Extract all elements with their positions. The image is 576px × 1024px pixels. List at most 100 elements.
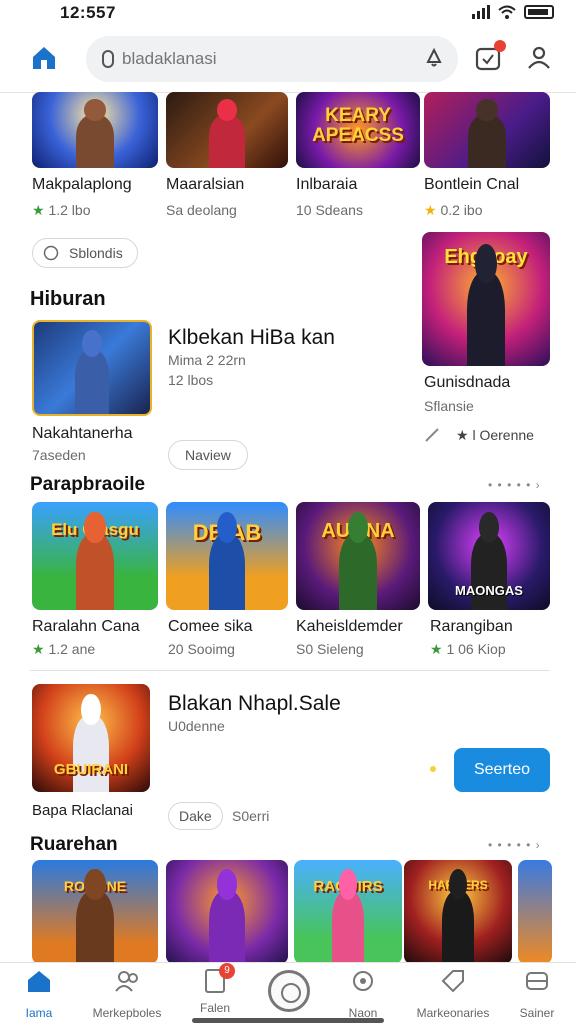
- game-thumb-5[interactable]: Elu Ciasgu: [32, 502, 158, 610]
- search-bar[interactable]: [86, 36, 458, 82]
- game-banner-3: KEARY APEACSS: [312, 105, 404, 147]
- game-meta-1: ★ 1.2 lbo: [32, 202, 91, 219]
- highlight-dot: [430, 766, 436, 772]
- battery-icon: [524, 5, 554, 19]
- status-bar: 12:557: [0, 0, 576, 28]
- review-button[interactable]: Naview: [168, 440, 248, 470]
- game-thumb-8[interactable]: MAONGAS: [428, 502, 550, 610]
- game-meta-3: 10 Sdeans: [296, 202, 363, 218]
- featured-thumb-2[interactable]: GBUIRANI: [32, 684, 150, 792]
- game-name-6[interactable]: Comee sika: [168, 618, 252, 636]
- share-icon[interactable]: [424, 427, 440, 443]
- nav-naon[interactable]: Naon: [318, 969, 408, 1020]
- star-icon: ★: [430, 641, 443, 657]
- game-meta-4-text: 0.2 ibo: [440, 202, 483, 218]
- status-icons: [472, 5, 554, 19]
- game-meta-8-text: 1 06 Kiop: [446, 641, 506, 657]
- featured-line-1: Mima 2 22rn: [168, 352, 246, 368]
- star-icon: ★: [32, 641, 45, 657]
- filter-chip-label: Sblondis: [69, 245, 123, 261]
- game-thumb-12[interactable]: HARBERS: [404, 860, 512, 964]
- game-name-4[interactable]: Bontlein Cnal: [424, 176, 519, 194]
- featured-sub-2: U0denne: [168, 718, 225, 734]
- side-game-meta: Sflansie: [424, 398, 474, 414]
- top-header: [0, 32, 576, 86]
- game-thumb-13[interactable]: [518, 860, 552, 964]
- home-icon: [28, 971, 50, 992]
- home-icon[interactable]: [30, 44, 58, 72]
- profile-icon[interactable]: [526, 44, 552, 70]
- nav-falen[interactable]: 9 Falen: [170, 963, 260, 1015]
- clock-icon: [43, 245, 59, 261]
- game-thumb-10[interactable]: [166, 860, 288, 964]
- nav-falen-label: Falen: [199, 1001, 231, 1015]
- mic-icon[interactable]: [102, 50, 114, 68]
- star-icon: ★: [424, 202, 437, 218]
- side-game-thumb[interactable]: Ehgaoay: [422, 232, 550, 366]
- game-meta-8: ★ 1 06 Kiop: [430, 641, 506, 658]
- tag-icon: [441, 970, 464, 993]
- game-meta-6: 20 Sooimg: [168, 641, 235, 657]
- featured-cta-button[interactable]: Seerteo: [454, 748, 550, 792]
- game-thumb-6[interactable]: DEIAB: [166, 502, 288, 610]
- game-name-5[interactable]: Raralahn Cana: [32, 618, 140, 636]
- game-thumb-3[interactable]: KEARY APEACSS: [296, 92, 420, 168]
- notification-badge: [494, 40, 506, 52]
- section-title-ruarehan: Ruarehan: [30, 834, 118, 855]
- nav-merkepboles[interactable]: Merkepboles: [82, 969, 172, 1020]
- game-name-7[interactable]: Kaheisldemder: [296, 618, 403, 636]
- featured-name-2[interactable]: Bapa Rlaclanai: [32, 802, 133, 819]
- signal-icon: [472, 5, 490, 19]
- section-more-link[interactable]: • • • • • ›: [488, 478, 541, 492]
- game-meta-7: S0 Sieleng: [296, 641, 364, 657]
- game-banner-8: MAONGAS: [455, 582, 523, 598]
- featured-meta-1: 7aseden: [32, 447, 86, 463]
- star-icon: ★: [32, 202, 45, 218]
- settings-icon: [526, 972, 548, 990]
- game-thumb-4[interactable]: [424, 92, 550, 168]
- game-meta-4: ★ 0.2 ibo: [424, 202, 483, 219]
- featured-line-2: 12 lbos: [168, 372, 214, 388]
- side-game-name[interactable]: Gunisdnada: [424, 374, 510, 392]
- status-time: 12:557: [60, 3, 116, 22]
- featured-title-2[interactable]: Blakan Nhapl.Sale: [168, 692, 341, 716]
- center-action-button[interactable]: [268, 970, 310, 1012]
- notifications-button[interactable]: [474, 40, 506, 72]
- section-title-hiburan: Hiburan: [30, 288, 106, 310]
- game-thumb-2[interactable]: [166, 92, 288, 168]
- game-thumb-11[interactable]: RAOUIRS: [294, 860, 402, 964]
- target-icon: [353, 971, 373, 991]
- game-meta-2: Sa deolang: [166, 202, 237, 218]
- game-name-8[interactable]: Rarangiban: [430, 618, 513, 636]
- game-name-2[interactable]: Maaralsian: [166, 176, 244, 194]
- game-name-1[interactable]: Makpalaplong: [32, 176, 132, 194]
- home-indicator: [192, 1018, 384, 1023]
- featured-thumb-1[interactable]: [32, 320, 152, 416]
- featured-title-1[interactable]: Klbekan HiBa kan: [168, 326, 335, 350]
- nav-sainer[interactable]: Sainer: [492, 969, 576, 1020]
- section-more-link-2[interactable]: • • • • • ›: [488, 838, 541, 852]
- game-thumb-9[interactable]: ROGONE: [32, 860, 158, 964]
- section-title-parapbraoile: Parapbraoile: [30, 474, 146, 495]
- search-input[interactable]: [122, 46, 412, 72]
- game-thumb-1[interactable]: [32, 92, 158, 168]
- nav-markeonaries-label: Markeonaries: [416, 1006, 490, 1020]
- featured-banner-2: GBUIRANI: [53, 760, 129, 778]
- featured-chip-2[interactable]: Dake: [168, 802, 223, 830]
- nav-badge: 9: [219, 963, 235, 979]
- nav-markeonaries[interactable]: Markeonaries: [408, 969, 498, 1020]
- featured-chip-text-2: S0erri: [232, 808, 270, 824]
- nav-merkepboles-label: Merkepboles: [92, 1006, 162, 1020]
- featured-name-1[interactable]: Nakahtanerha: [32, 425, 133, 443]
- document-icon: 9: [205, 963, 235, 993]
- nav-home[interactable]: Iama: [0, 969, 84, 1020]
- users-icon: [115, 971, 138, 992]
- game-thumb-7[interactable]: AUGNA: [296, 502, 420, 610]
- bell-icon[interactable]: [424, 48, 444, 68]
- game-name-3[interactable]: Inlbaraia: [296, 176, 357, 194]
- side-game-rating: ★ l Oerenne: [456, 427, 534, 443]
- nav-sainer-label: Sainer: [519, 1006, 555, 1020]
- section-divider: [30, 670, 550, 671]
- filter-chip[interactable]: Sblondis: [32, 238, 138, 268]
- game-meta-1-text: 1.2 lbo: [48, 202, 91, 218]
